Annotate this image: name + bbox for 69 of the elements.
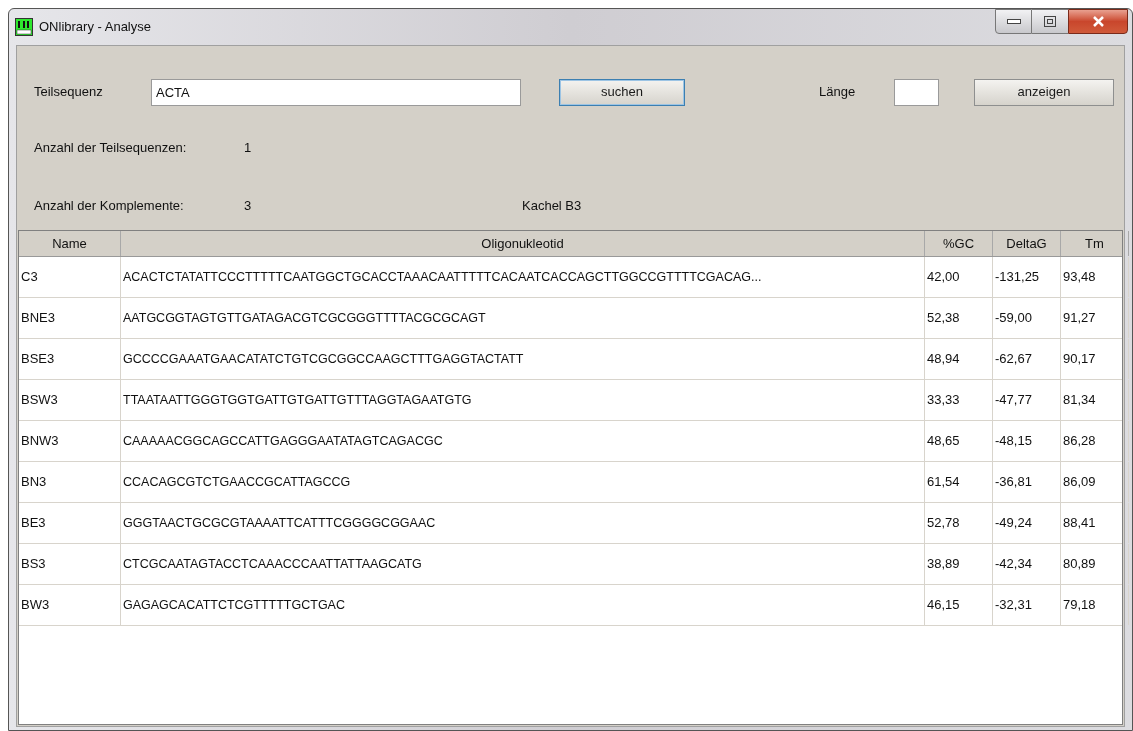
table-cell: -131,25 <box>993 257 1061 297</box>
table-cell: GCCCCGAAATGAACATATCTGTCGCGGCCAAGCTTTGAGGTACTATT <box>121 339 925 379</box>
minimize-button[interactable] <box>995 9 1032 34</box>
table-cell: BSE3 <box>19 339 121 379</box>
table-cell: CTCGCAATAGTACCTCAAACCCAATTATTAAGCATG <box>121 544 925 584</box>
table-cell: 52,78 <box>925 503 993 543</box>
table-cell: 88,41 <box>1061 503 1129 543</box>
table-cell: -36,81 <box>993 462 1061 502</box>
length-label: Länge <box>819 83 857 102</box>
show-button[interactable]: anzeigen <box>974 78 1114 106</box>
window-title: ONlibrary - Analyse <box>39 18 151 37</box>
table-cell: BS3 <box>19 544 121 584</box>
close-icon <box>1091 16 1105 27</box>
tile-label: Kachel B3 <box>522 196 582 215</box>
table-cell: BN3 <box>19 462 121 502</box>
column-header[interactable]: DeltaG <box>993 231 1061 256</box>
table-cell: 80,89 <box>1061 544 1129 584</box>
search-button[interactable]: suchen <box>559 78 685 106</box>
table-cell: -32,31 <box>993 585 1061 625</box>
table-cell: BSW3 <box>19 380 121 420</box>
column-header[interactable]: Oligonukleotid <box>121 231 925 256</box>
table-cell: GAGAGCACATTCTCGTTTTTGCTGAC <box>121 585 925 625</box>
column-header[interactable]: Name <box>19 231 121 256</box>
stat-value: 1 <box>244 139 253 157</box>
minimize-icon <box>1006 19 1021 24</box>
app-logo-icon <box>15 18 33 36</box>
stat-label: Anzahl der Teilsequenzen: <box>34 139 188 157</box>
search-label: Teilsequenz <box>34 83 104 102</box>
column-header[interactable]: %GC <box>925 231 993 256</box>
search-field[interactable]: ACTA <box>151 78 521 106</box>
restore-icon <box>1044 16 1056 27</box>
table-cell: 81,34 <box>1061 380 1129 420</box>
table-cell: 42,00 <box>925 257 993 297</box>
stat-label: Anzahl der Komplemente: <box>34 196 185 215</box>
table-cell: -49,24 <box>993 503 1061 543</box>
table-cell: CAAAAACGGCAGCCATTGAGGGAATATAGTCAGACGC <box>121 421 925 461</box>
table-cell: 61,54 <box>925 462 993 502</box>
table-cell: 46,15 <box>925 585 993 625</box>
table-cell: 86,28 <box>1061 421 1129 461</box>
table-cell: -47,77 <box>993 380 1061 420</box>
table-cell: -59,00 <box>993 298 1061 338</box>
table-cell: BNW3 <box>19 421 121 461</box>
table-cell: ACACTCTATATTCCCTTTTTCAATGGCTGCACCTAAACAATTTTTCACAATCACCAGCTTGGCCGTTTTCGACAG... <box>121 257 925 297</box>
maximize-button[interactable] <box>1032 9 1068 34</box>
table-cell: 52,38 <box>925 298 993 338</box>
table-cell: BE3 <box>19 503 121 543</box>
table-cell: BW3 <box>19 585 121 625</box>
table-cell: TTAATAATTGGGTGGTGATTGTGATTGTTTAGGTAGAATGTG <box>121 380 925 420</box>
length-field[interactable] <box>894 78 939 106</box>
column-header[interactable]: Tm <box>1061 231 1129 256</box>
table-cell: 38,89 <box>925 544 993 584</box>
table-cell: 93,48 <box>1061 257 1129 297</box>
table-cell: -42,34 <box>993 544 1061 584</box>
table-cell: AATGCGGTAGTGTTGATAGACGTCGCGGGTTTTACGCGCAGT <box>121 298 925 338</box>
table-cell: GGGTAACTGCGCGTAAAATTCATTTCGGGGCGGAAC <box>121 503 925 543</box>
close-button[interactable] <box>1068 9 1128 34</box>
table-cell: 79,18 <box>1061 585 1129 625</box>
table-cell: 90,17 <box>1061 339 1129 379</box>
table-cell: 48,65 <box>925 421 993 461</box>
table-cell: BNE3 <box>19 298 121 338</box>
table-cell: -62,67 <box>993 339 1061 379</box>
table-cell: C3 <box>19 257 121 297</box>
table-cell: -48,15 <box>993 421 1061 461</box>
table-cell: 86,09 <box>1061 462 1129 502</box>
table-cell: 91,27 <box>1061 298 1129 338</box>
table-cell: 33,33 <box>925 380 993 420</box>
table-cell: 48,94 <box>925 339 993 379</box>
table-cell: CCACAGCGTCTGAACCGCATTAGCCG <box>121 462 925 502</box>
stat-value: 3 <box>244 196 253 215</box>
